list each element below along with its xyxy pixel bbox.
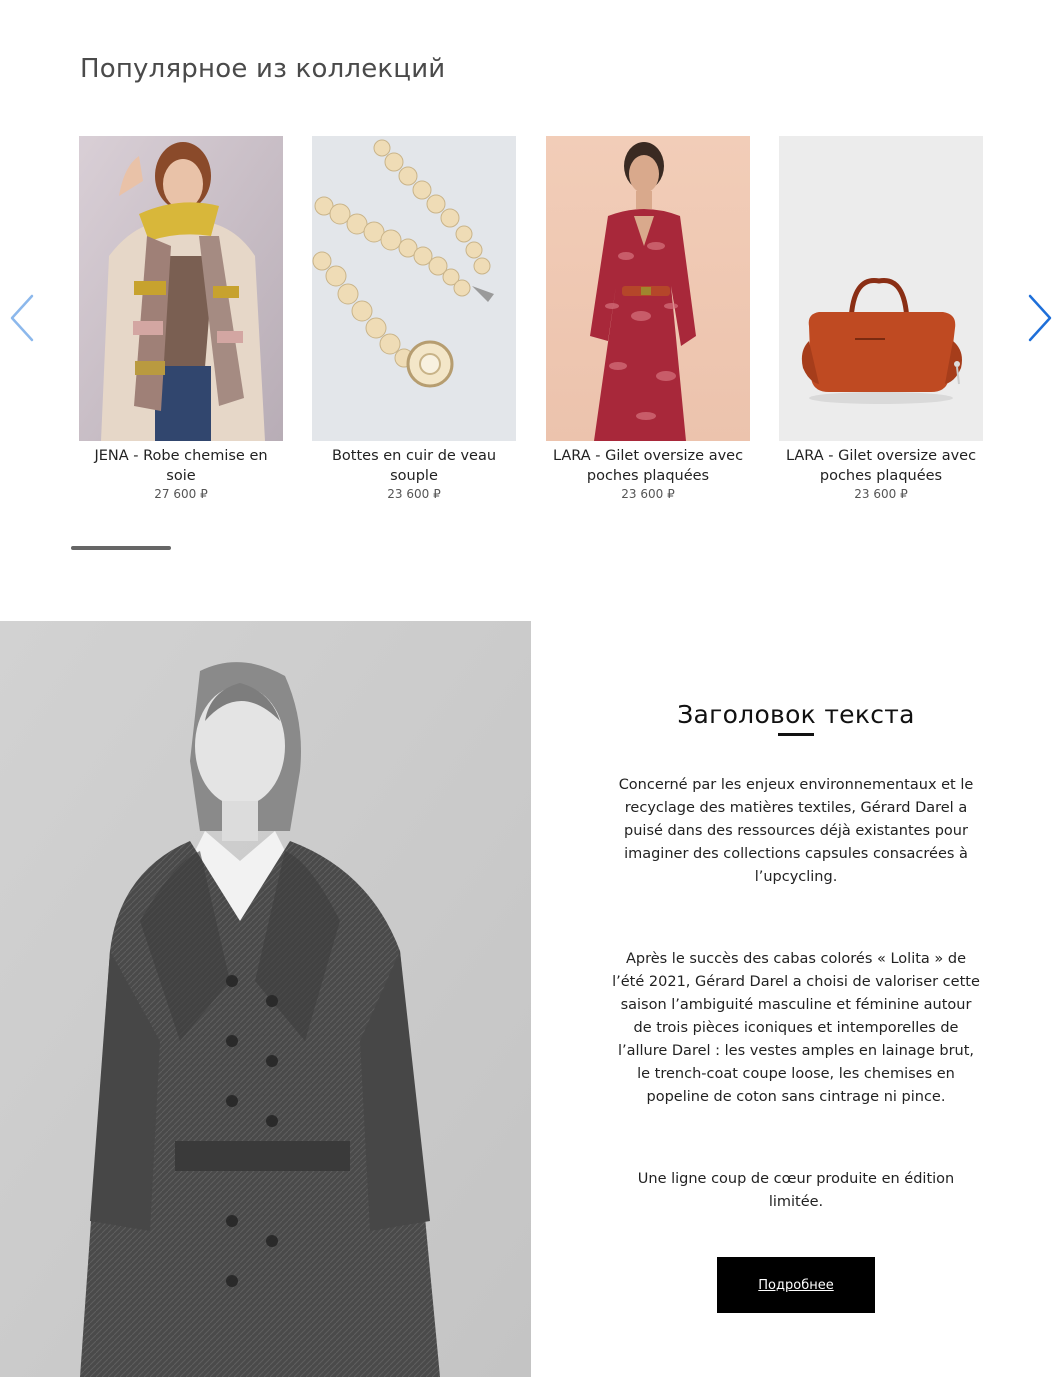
editorial-paragraph: Concerné par les enjeux environnementaux… [618,777,974,885]
editorial-paragraph: Une ligne coup de cœur produite en éditi… [637,1171,955,1210]
editorial-text-block: Заголовок текста Concerné par les enjeux… [600,700,992,1214]
product-image[interactable] [779,136,983,441]
product-name[interactable]: LARA - Gilet oversize avec poches plaqué… [546,446,750,486]
product-name[interactable]: JENA - Robe chemise en soie [79,446,283,486]
editorial-image [0,621,531,1377]
product-name[interactable]: Bottes en cuir de veau souple [312,446,516,486]
section-title: Популярное из коллекций [80,54,446,84]
chevron-right-icon [1028,294,1052,342]
product-price: 27 600 ₽ [154,487,208,501]
more-button[interactable]: Подробнее [717,1257,875,1313]
product-image[interactable] [79,136,283,441]
product-card[interactable]: Bottes en cuir de veau souple 23 600 ₽ [312,136,516,502]
product-name[interactable]: LARA - Gilet oversize avec poches plaqué… [779,446,983,486]
product-image[interactable] [312,136,516,441]
product-image[interactable] [546,136,750,441]
carousel-scrollbar[interactable] [71,546,171,550]
editorial-paragraph: Après le succès des cabas colorés « Loli… [612,951,980,1105]
carousel-next-button[interactable] [1022,294,1056,342]
product-card[interactable]: LARA - Gilet oversize avec poches plaqué… [779,136,983,502]
chevron-left-icon [10,294,34,342]
carousel-prev-button[interactable] [6,294,40,342]
product-card[interactable]: LARA - Gilet oversize avec poches plaqué… [546,136,750,502]
product-price: 23 600 ₽ [387,487,441,501]
product-carousel: JENA - Robe chemise en soie 27 600 ₽ Bot… [0,136,1062,516]
product-price: 23 600 ₽ [621,487,675,501]
product-card[interactable]: JENA - Robe chemise en soie 27 600 ₽ [79,136,283,502]
editorial-title: Заголовок текста [677,700,915,729]
title-underline [778,733,814,736]
product-price: 23 600 ₽ [854,487,908,501]
